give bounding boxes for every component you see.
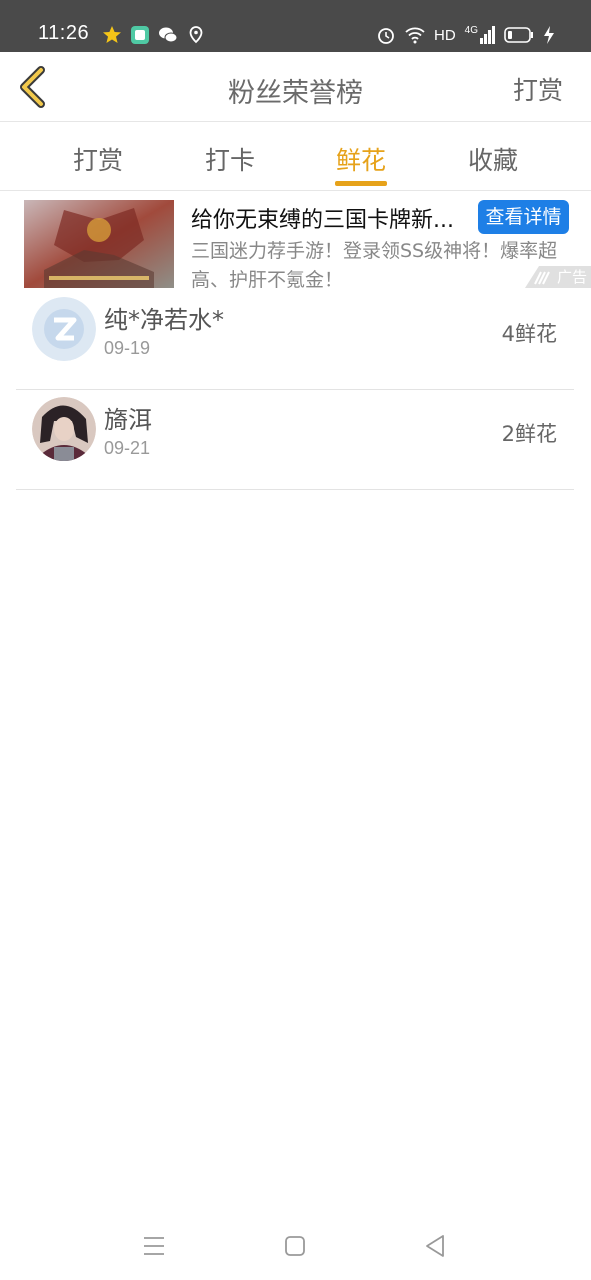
fan-list: 纯*净若水* 09-19 4鲜花 旖洱 09-21 2鲜花 xyxy=(16,290,574,490)
tab-bar: 打赏 打卡 鲜花 收藏 xyxy=(0,123,591,191)
tab-flowers[interactable]: 鲜花 xyxy=(311,141,411,177)
photo-avatar-icon xyxy=(32,397,96,461)
avatar[interactable] xyxy=(32,297,96,361)
flower-count: 2鲜花 xyxy=(501,422,557,446)
default-avatar-icon xyxy=(32,297,96,361)
header: 粉丝荣誉榜 打赏 xyxy=(0,52,591,122)
network-label: 4G xyxy=(464,25,478,36)
system-nav-bar xyxy=(0,1210,591,1280)
fan-date: 09-19 xyxy=(104,338,151,358)
ad-detail-button[interactable]: 查看详情 xyxy=(478,200,569,234)
list-item[interactable]: 纯*净若水* 09-19 4鲜花 xyxy=(16,290,574,390)
wechat-icon xyxy=(159,27,178,43)
menu-icon xyxy=(144,1237,164,1255)
status-time: 11:26 xyxy=(38,22,90,44)
reward-button[interactable]: 打赏 xyxy=(513,71,563,107)
ad-tag: 广告 xyxy=(557,268,588,286)
tab-favorites[interactable]: 收藏 xyxy=(443,141,543,177)
signal-icon: 4G xyxy=(465,26,495,44)
hd-label: HD xyxy=(433,26,456,44)
location-icon xyxy=(189,26,203,44)
ad-banner[interactable]: 给你无束缚的三国卡牌新... 查看详情 三国迷力荐手游！登录领SS级神将！爆率超… xyxy=(0,192,591,291)
app-icon xyxy=(131,26,149,44)
page-title: 粉丝荣誉榜 xyxy=(228,78,363,109)
tab-reward[interactable]: 打赏 xyxy=(48,141,148,177)
home-button[interactable] xyxy=(281,1232,309,1260)
list-item[interactable]: 旖洱 09-21 2鲜花 xyxy=(16,390,574,490)
alarm-icon xyxy=(378,28,394,44)
status-bar: 11:26 HD 4G xyxy=(0,0,591,52)
avatar[interactable] xyxy=(32,397,96,461)
fan-date: 09-21 xyxy=(104,438,151,458)
fan-name: 旖洱 xyxy=(104,406,152,434)
fan-name: 纯*净若水* xyxy=(104,306,224,334)
tab-active-indicator xyxy=(335,181,387,186)
ad-title[interactable]: 给你无束缚的三国卡牌新... xyxy=(191,202,454,234)
status-icons-right: HD 4G xyxy=(376,25,555,45)
charging-icon xyxy=(544,26,554,44)
back-triangle-icon xyxy=(426,1235,444,1257)
star-icon xyxy=(103,26,121,43)
ad-image[interactable] xyxy=(24,200,174,288)
menu-button[interactable] xyxy=(140,1232,168,1260)
flower-count: 4鲜花 xyxy=(501,322,557,346)
tab-checkin[interactable]: 打卡 xyxy=(180,141,280,177)
back-nav-button[interactable] xyxy=(421,1232,449,1260)
wifi-icon xyxy=(405,27,425,44)
home-icon xyxy=(285,1236,305,1256)
battery-icon xyxy=(504,27,533,43)
status-icons-left xyxy=(102,25,206,45)
